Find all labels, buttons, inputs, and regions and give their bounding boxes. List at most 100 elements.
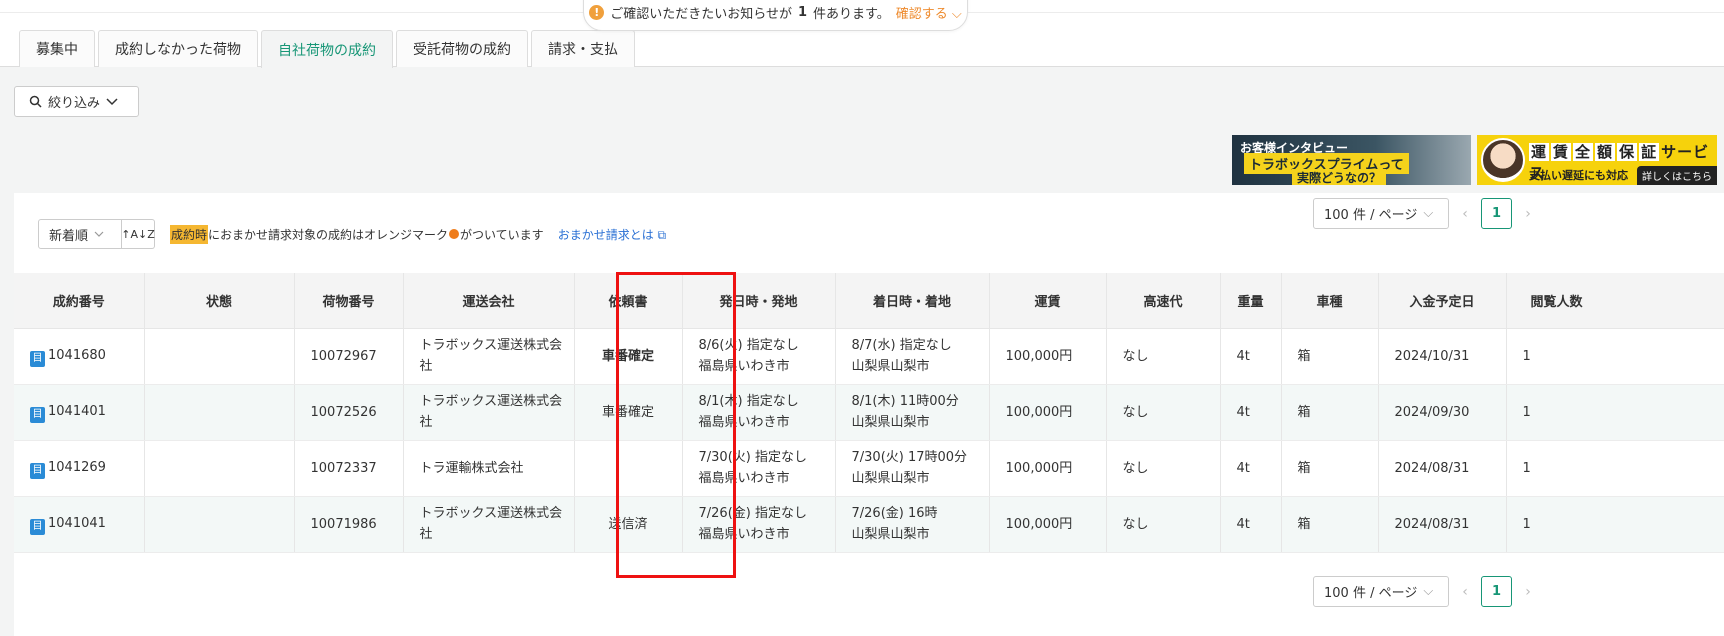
contract-id-cell[interactable]: 目 1041269: [14, 440, 145, 497]
banner-char: 運: [1529, 143, 1550, 161]
fare-cell: 100,000円: [989, 496, 1107, 553]
confirm-label: 確認する: [895, 7, 948, 22]
arrival-cell: 7/30(火) 17時00分 山梨県山梨市: [835, 440, 990, 497]
arrival-time: 8/7(水) 指定なし: [851, 338, 952, 353]
banner-more: 詳しくはこちら: [1637, 166, 1717, 185]
orange-mark-note: 成約時 におまかせ請求対象の成約はオレンジマーク がついています: [170, 224, 544, 244]
pay-date-cell: 2024/08/31: [1378, 440, 1507, 497]
guarantee-banner[interactable]: 運賃全額保証サービス 支払い遅延にも対応 詳しくはこちら: [1477, 135, 1717, 185]
tab-recruiting[interactable]: 募集中: [19, 30, 95, 67]
vehicle-cell: 箱: [1281, 440, 1379, 497]
contract-id-cell[interactable]: 目 1041401: [14, 384, 145, 441]
notice-prefix: ご確認いただきたいお知らせが: [610, 7, 792, 22]
header-cell: 車種: [1281, 273, 1379, 329]
table-row[interactable]: 目 1041041 10071986 トラボックス運送株式会社 送信済 7/26(…: [14, 496, 1724, 553]
per-page-select[interactable]: 100 件 / ページ ⌵: [1313, 198, 1449, 229]
arrival-place: 山梨県山梨市: [851, 415, 930, 430]
table-row[interactable]: 目 1041269 10072337 トラ運輸株式会社 7/30(火) 指定なし福…: [14, 440, 1724, 497]
pagination-bottom: 100 件 / ページ ⌵ ‹ 1 ›: [1313, 576, 1544, 607]
filter-label: 絞り込み: [48, 96, 101, 111]
table-row[interactable]: 目 1041680 10072967 トラボックス運送株式会社 車番確定 8/6(…: [14, 328, 1724, 385]
pay-date-cell: 2024/08/31: [1378, 496, 1507, 553]
tab-consigned-contracts[interactable]: 受託荷物の成約: [396, 30, 528, 67]
note-text: におまかせ請求対象の成約はオレンジマーク: [208, 227, 449, 242]
notice-count: 1: [797, 5, 808, 20]
prev-page-icon[interactable]: ‹: [1449, 206, 1481, 222]
pagination-top: 100 件 / ページ ⌵ ‹ 1 ›: [1313, 198, 1544, 229]
cargo-cell: 10072526: [294, 384, 404, 441]
per-page-label: 100 件 / ページ: [1324, 586, 1418, 601]
weight-cell: 4t: [1220, 440, 1282, 497]
external-link-icon: ⧉: [657, 227, 667, 242]
weight-cell: 4t: [1220, 384, 1282, 441]
highlight-box: [616, 272, 736, 578]
next-page-icon[interactable]: ›: [1512, 584, 1544, 600]
header-cell: 閲覧人数: [1506, 273, 1724, 329]
fare-cell: 100,000円: [989, 440, 1107, 497]
table-row[interactable]: 目 1041401 10072526 トラボックス運送株式会社 車番確定 8/1(…: [14, 384, 1724, 441]
document-icon: 目: [30, 351, 45, 367]
status-cell: [144, 328, 295, 385]
weight-cell: 4t: [1220, 496, 1282, 553]
arrival-time: 7/26(金) 16時: [851, 506, 938, 521]
arrival-cell: 8/7(水) 指定なし 山梨県山梨市: [835, 328, 990, 385]
views-cell: 1: [1506, 496, 1724, 553]
header-cell: 状態: [144, 273, 295, 329]
tab-bar: 募集中 成約しなかった荷物 自社荷物の成約 受託荷物の成約 請求・支払: [19, 30, 638, 68]
table-header-row: 成約番号 状態 荷物番号 運送会社 依頼書 発日時・発地 着日時・着地 運賃 高…: [14, 273, 1724, 329]
arrival-cell: 7/26(金) 16時 山梨県山梨市: [835, 496, 990, 553]
tab-not-contracted[interactable]: 成約しなかった荷物: [98, 30, 258, 67]
pay-date-cell: 2024/10/31: [1378, 328, 1507, 385]
notice-banner: ! ご確認いただきたいお知らせが 1 件あります。 確認する ⌵: [583, 0, 968, 31]
toll-cell: なし: [1106, 328, 1221, 385]
header-cell: 高速代: [1106, 273, 1221, 329]
views-cell: 1: [1506, 328, 1724, 385]
header-cell: 成約番号: [14, 273, 145, 329]
next-page-icon[interactable]: ›: [1512, 206, 1544, 222]
header-cell: 入金予定日: [1378, 273, 1507, 329]
carrier-cell: トラ運輸株式会社: [403, 440, 575, 497]
contract-id-cell[interactable]: 目 1041680: [14, 328, 145, 385]
carrier-cell: トラボックス運送株式会社: [403, 496, 575, 553]
interview-banner[interactable]: お客様インタビュー トラボックスプライムって 実際どうなの？: [1232, 135, 1471, 185]
chevron-down-icon: ⌵: [951, 7, 962, 22]
prev-page-icon[interactable]: ‹: [1449, 584, 1481, 600]
omakase-link[interactable]: おまかせ請求とは ⧉: [558, 226, 666, 243]
contract-id: 1041401: [48, 404, 106, 419]
person-avatar-icon: [1481, 138, 1525, 182]
views-cell: 1: [1506, 440, 1724, 497]
confirm-link[interactable]: 確認する ⌵: [896, 3, 962, 22]
cargo-cell: 10072967: [294, 328, 404, 385]
banner-char: 全: [1573, 143, 1594, 161]
tab-own-contracts[interactable]: 自社荷物の成約: [261, 30, 393, 68]
status-cell: [144, 384, 295, 441]
vehicle-cell: 箱: [1281, 384, 1379, 441]
sort-select[interactable]: 新着順: [38, 219, 122, 249]
omakase-link-label: おまかせ請求とは: [557, 227, 654, 242]
page-number[interactable]: 1: [1481, 576, 1512, 607]
search-icon: [29, 95, 42, 108]
info-icon: !: [589, 5, 605, 20]
tab-billing[interactable]: 請求・支払: [531, 30, 635, 67]
chevron-down-icon: [94, 231, 104, 237]
document-icon: 目: [30, 407, 45, 423]
header-cell: 荷物番号: [294, 273, 404, 329]
vehicle-cell: 箱: [1281, 328, 1379, 385]
arrival-cell: 8/1(木) 11時00分 山梨県山梨市: [835, 384, 990, 441]
carrier-cell: トラボックス運送株式会社: [403, 328, 575, 385]
pay-date-cell: 2024/09/30: [1378, 384, 1507, 441]
filter-button[interactable]: 絞り込み: [14, 86, 139, 117]
arrival-place: 山梨県山梨市: [851, 359, 930, 374]
note-end: がついています: [460, 227, 544, 242]
document-icon: 目: [30, 519, 45, 535]
banner-char: 額: [1595, 143, 1616, 161]
views-cell: 1: [1506, 384, 1724, 441]
chevron-down-icon: [106, 97, 118, 105]
document-icon: 目: [30, 463, 45, 479]
header-cell: 運賃: [989, 273, 1107, 329]
page-number[interactable]: 1: [1481, 198, 1512, 229]
per-page-select[interactable]: 100 件 / ページ ⌵: [1313, 576, 1449, 607]
cargo-cell: 10071986: [294, 496, 404, 553]
sort-direction-icon[interactable]: ↑A↓Z: [121, 219, 155, 249]
contract-id-cell[interactable]: 目 1041041: [14, 496, 145, 553]
